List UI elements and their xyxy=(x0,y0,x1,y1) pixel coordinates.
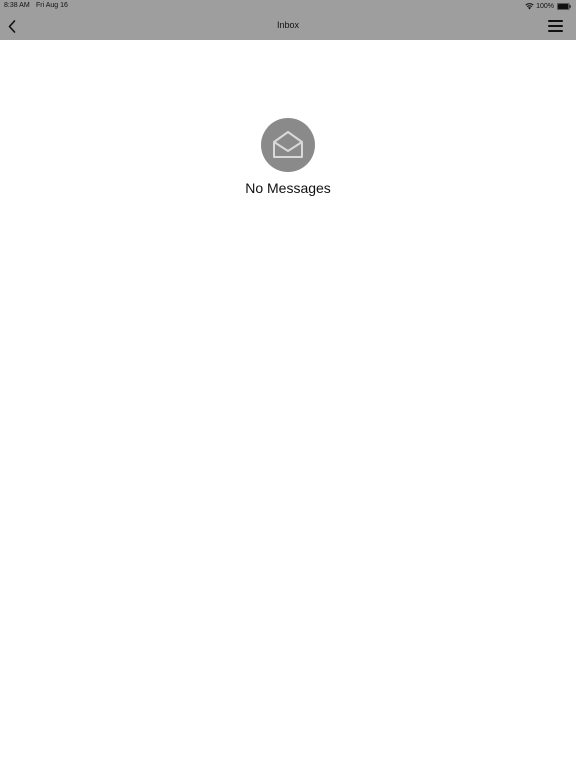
empty-state-message: No Messages xyxy=(245,180,331,196)
top-bar: 8:38 AM Fri Aug 16 100% Inbox xyxy=(0,0,576,40)
wifi-icon xyxy=(525,2,534,9)
menu-button[interactable] xyxy=(546,18,564,34)
empty-state: No Messages xyxy=(0,118,576,196)
empty-inbox-badge xyxy=(261,118,315,172)
status-time: 8:38 AM xyxy=(4,2,30,9)
inbox-screen: 8:38 AM Fri Aug 16 100% Inbox No Message… xyxy=(0,0,576,768)
battery-full-icon xyxy=(557,2,571,10)
hamburger-menu-icon xyxy=(547,20,563,32)
status-indicators: 100% xyxy=(525,1,571,11)
navigation-bar: Inbox xyxy=(0,12,576,40)
page-title: Inbox xyxy=(276,20,300,30)
battery-percentage: 100% xyxy=(536,2,554,10)
status-bar: 8:38 AM Fri Aug 16 100% xyxy=(0,0,576,12)
status-date: Fri Aug 16 xyxy=(36,2,68,9)
open-envelope-icon xyxy=(273,131,303,158)
